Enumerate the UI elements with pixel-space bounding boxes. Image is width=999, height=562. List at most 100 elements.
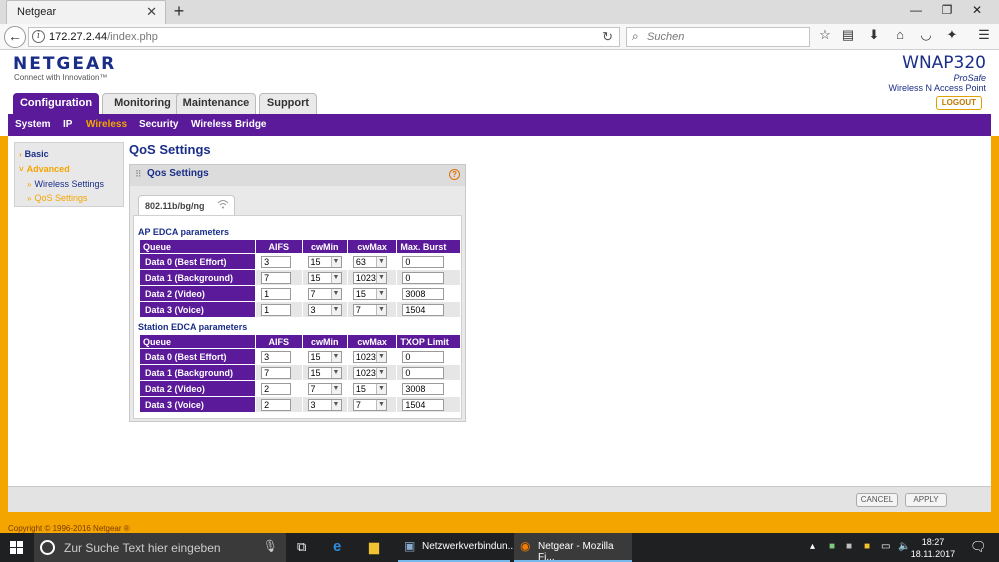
cwmin-select[interactable]: 15 ▼ (307, 271, 342, 284)
cwmax-select[interactable]: 63 ▼ (352, 255, 387, 268)
tab-80211-mode[interactable]: 802.11b/bg/ng (138, 195, 235, 216)
cwmin-select[interactable]: 3 ▼ (307, 303, 342, 316)
logout-button[interactable]: LOGOUT (935, 96, 982, 110)
side-menu-advanced[interactable]: ˅ Advanced (19, 164, 70, 174)
cwmax-select[interactable]: 1023 ▼ (352, 366, 387, 379)
bookmark-star-icon[interactable]: ☆ (816, 27, 834, 43)
max-burst-input[interactable]: 1504 (402, 303, 445, 316)
tray-app-icon[interactable]: ■ (846, 541, 852, 552)
taskbar-app-firefox[interactable]: ◉ Netgear - Mozilla Fi... (514, 533, 632, 562)
aifs-input[interactable]: 2 (261, 398, 292, 411)
cwmax-select[interactable]: 15 ▼ (352, 382, 387, 395)
new-tab-icon[interactable]: + (170, 1, 188, 22)
notifications-icon[interactable]: 🗨 (970, 539, 987, 555)
cwmin-select[interactable]: 7 ▼ (307, 287, 342, 300)
aifs-input[interactable]: 7 (261, 366, 292, 379)
station-edca-title: Station EDCA parameters (138, 322, 248, 332)
table-row: Data 0 (Best Effort) 3 15 ▼ 1023 ▼ 0 (140, 349, 460, 364)
side-menu-basic[interactable]: › Basic (19, 149, 49, 159)
col-max-burst: Max. Burst (397, 240, 460, 253)
close-window-icon[interactable]: ✕ (967, 3, 987, 17)
reload-icon[interactable]: ↻ (602, 29, 613, 45)
max-burst-input[interactable]: 0 (402, 255, 445, 268)
downloads-icon[interactable]: ⬇ (865, 27, 883, 43)
aifs-input[interactable]: 3 (261, 255, 292, 268)
back-icon[interactable]: ← (4, 26, 26, 48)
aifs-input[interactable]: 1 (261, 303, 292, 316)
txop-cell: 1504 (397, 397, 460, 412)
cwmin-select[interactable]: 15 ▼ (307, 350, 342, 363)
subnav-wireless-bridge[interactable]: Wireless Bridge (191, 119, 267, 130)
subnav-wireless[interactable]: Wireless (86, 119, 127, 130)
cwmax-select[interactable]: 1023 ▼ (352, 271, 387, 284)
tray-app-icon[interactable]: ■ (829, 541, 835, 552)
search-input[interactable]: ⌕ Suchen (626, 27, 810, 47)
taskbar-search-input[interactable]: Zur Suche Text hier eingeben 🎙 (34, 533, 286, 562)
home-icon[interactable]: ⌂ (891, 27, 909, 42)
close-tab-icon[interactable]: ✕ (146, 4, 157, 20)
cwmin-cell: 15 ▼ (302, 349, 347, 364)
sub-nav-bar: System IP Wireless Security Wireless Bri… (8, 114, 991, 136)
url-bar[interactable]: i 172.27.2.44/index.php ↻ (28, 27, 620, 47)
subnav-security[interactable]: Security (139, 119, 178, 130)
model-name: WNAP320 (902, 53, 986, 73)
aifs-input[interactable]: 2 (261, 382, 292, 395)
txop-limit-input[interactable]: 0 (402, 350, 445, 363)
txop-cell: 0 (397, 365, 460, 380)
max-burst-input[interactable]: 0 (402, 271, 445, 284)
windows-start-icon[interactable] (10, 541, 23, 554)
subnav-system[interactable]: System (15, 119, 51, 130)
aifs-input[interactable]: 1 (261, 287, 292, 300)
cancel-button[interactable]: CANCEL (856, 493, 898, 507)
chevron-down-icon: ▼ (375, 272, 386, 283)
cwmax-select[interactable]: 15 ▼ (352, 287, 387, 300)
maximize-icon[interactable]: ❐ (937, 3, 957, 17)
cwmax-select[interactable]: 7 ▼ (352, 398, 387, 411)
side-menu-qos-settings[interactable]: » QoS Settings (27, 193, 87, 203)
taskbar-app-network[interactable]: ▣ Netzwerkverbindun... (398, 533, 516, 562)
microphone-icon[interactable]: 🎙 (263, 539, 278, 553)
menu-icon[interactable]: ☰ (975, 27, 993, 43)
cwmax-cell: 7 ▼ (347, 302, 397, 317)
chevron-down-icon: ▼ (375, 367, 386, 378)
apply-button[interactable]: APPLY (905, 493, 947, 507)
minimize-icon[interactable]: — (906, 3, 926, 17)
aifs-input[interactable]: 3 (261, 350, 292, 363)
extension-icon[interactable]: ✦ (943, 27, 961, 43)
tab-monitoring[interactable]: Monitoring (102, 93, 183, 114)
pocket-icon[interactable]: ◡ (917, 27, 935, 43)
cwmin-value: 15 (310, 351, 321, 362)
txop-limit-input[interactable]: 3008 (402, 382, 445, 395)
chevron-down-icon: ▼ (330, 367, 341, 378)
tray-app-icon[interactable]: ▴ (810, 541, 815, 552)
file-explorer-icon[interactable]: ▆ (369, 539, 379, 555)
reading-list-icon[interactable]: ▤ (839, 27, 857, 43)
help-icon[interactable]: ? (449, 169, 460, 180)
tray-app-icon[interactable]: ■ (864, 541, 870, 552)
cwmin-select[interactable]: 15 ▼ (307, 255, 342, 268)
cwmin-select[interactable]: 7 ▼ (307, 382, 342, 395)
txop-limit-input[interactable]: 1504 (402, 398, 445, 411)
side-menu-advanced-label: Advanced (26, 164, 70, 174)
cwmax-select[interactable]: 1023 ▼ (352, 350, 387, 363)
tab-support[interactable]: Support (259, 93, 317, 114)
cwmin-select[interactable]: 15 ▼ (307, 366, 342, 379)
network-tray-icon[interactable]: ▭ (881, 541, 890, 552)
edge-icon[interactable]: e (333, 538, 341, 555)
info-icon[interactable]: i (32, 30, 45, 43)
txop-limit-input[interactable]: 0 (402, 366, 445, 379)
search-placeholder: Suchen (647, 31, 685, 43)
tab-configuration[interactable]: Configuration (13, 93, 99, 114)
aifs-cell: 7 (256, 270, 302, 285)
taskbar-clock[interactable]: 18:27 18.11.2017 (908, 536, 958, 560)
cwmin-select[interactable]: 3 ▼ (307, 398, 342, 411)
cwmax-select[interactable]: 7 ▼ (352, 303, 387, 316)
task-view-icon[interactable]: ⧉ (297, 539, 306, 555)
max-burst-input[interactable]: 3008 (402, 287, 445, 300)
tab-maintenance[interactable]: Maintenance (176, 93, 256, 114)
aifs-input[interactable]: 7 (261, 271, 292, 284)
browser-tab[interactable]: Netgear ✕ (6, 0, 166, 24)
cwmax-cell: 15 ▼ (347, 286, 397, 301)
subnav-ip[interactable]: IP (63, 119, 72, 130)
side-menu-wireless-settings[interactable]: » Wireless Settings (27, 179, 104, 189)
